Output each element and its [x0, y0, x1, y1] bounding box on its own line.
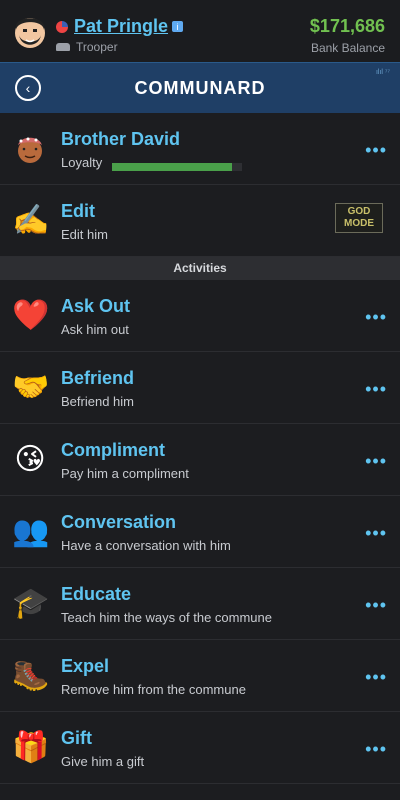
edit-row[interactable]: ✍️ Edit Edit him GOD MODE	[0, 185, 400, 257]
more-options-icon[interactable]: •••	[365, 667, 387, 688]
activity-subtitle: Befriend him	[61, 394, 134, 409]
activity-subtitle: Have a conversation with him	[61, 538, 231, 553]
more-options-icon[interactable]: •••	[365, 595, 387, 616]
us-flag-icon	[56, 20, 68, 33]
activities-list: ❤️ Ask Out Ask him out ••• 🤝 Befriend Be…	[0, 280, 400, 784]
activity-subtitle: Remove him from the commune	[61, 682, 246, 697]
more-options-icon[interactable]: •••	[365, 379, 387, 400]
page-title: COMMUNARD	[134, 78, 266, 98]
activity-subtitle: Give him a gift	[61, 754, 145, 769]
activity-title: Ask Out	[61, 296, 131, 316]
player-name-row: Pat Pringle i	[56, 16, 184, 37]
boot-icon: 🥾	[12, 659, 50, 692]
people-icon: 👥	[12, 515, 50, 548]
bank-balance-amount: $171,686	[309, 16, 385, 36]
activity-title: Conversation	[61, 512, 177, 532]
activity-conversation-row[interactable]: 👥 Conversation Have a conversation with …	[0, 496, 400, 568]
edit-subtitle: Edit him	[61, 227, 108, 242]
graduation-cap-icon: 🎓	[12, 587, 50, 620]
more-options-icon[interactable]: •••	[365, 307, 387, 328]
signal-icon: ılıl ⁷⁷	[375, 69, 390, 76]
page-header: ‹ COMMUNARD ılıl ⁷⁷	[0, 62, 400, 113]
info-icon[interactable]: i	[172, 21, 184, 32]
player-name-link[interactable]: Pat Pringle	[74, 16, 168, 37]
god-mode-badge: GOD MODE	[335, 203, 383, 233]
more-options-icon[interactable]: •••	[365, 523, 387, 544]
job-row: Trooper	[56, 40, 118, 54]
writing-hand-icon: ✍️	[12, 204, 50, 237]
activity-gift-row[interactable]: 🎁 Gift Give him a gift •••	[0, 712, 400, 784]
loyalty-label: Loyalty	[61, 155, 103, 170]
activity-compliment-row[interactable]: 😘 Compliment Pay him a compliment •••	[0, 424, 400, 496]
activity-title: Gift	[61, 728, 92, 748]
activity-title: Expel	[61, 656, 110, 676]
car-icon	[56, 43, 70, 51]
more-options-icon[interactable]: •••	[365, 451, 387, 472]
person-name: Brother David	[61, 129, 181, 149]
activity-educate-row[interactable]: 🎓 Educate Teach him the ways of the comm…	[0, 568, 400, 640]
edit-title: Edit	[61, 201, 95, 221]
person-row[interactable]: Brother David Loyalty •••	[0, 113, 400, 185]
handshake-icon: 🤝	[12, 371, 50, 404]
activity-subtitle: Ask him out	[61, 322, 129, 337]
more-options-icon[interactable]: •••	[365, 739, 387, 760]
activities-section-header: Activities	[0, 257, 400, 280]
activity-subtitle: Pay him a compliment	[61, 466, 189, 481]
activity-title: Compliment	[61, 440, 166, 460]
player-avatar[interactable]	[11, 13, 49, 53]
heart-icon: ❤️	[12, 299, 50, 332]
top-bar: Pat Pringle i Trooper $171,686 Bank Bala…	[0, 0, 400, 62]
activity-title: Befriend	[61, 368, 135, 388]
loyalty-bar-fill	[112, 163, 232, 171]
activity-title: Educate	[61, 584, 132, 604]
person-avatar	[18, 137, 42, 163]
job-title: Trooper	[76, 40, 118, 54]
more-options-icon[interactable]: •••	[365, 140, 387, 161]
activity-expel-row[interactable]: 🥾 Expel Remove him from the commune •••	[0, 640, 400, 712]
kiss-face-icon: 😘	[14, 443, 46, 476]
bank-balance-label: Bank Balance	[310, 41, 385, 55]
activity-ask-out-row[interactable]: ❤️ Ask Out Ask him out •••	[0, 280, 400, 352]
activity-subtitle: Teach him the ways of the commune	[61, 610, 272, 625]
loyalty-bar	[112, 163, 242, 171]
gift-icon: 🎁	[12, 731, 50, 764]
activity-befriend-row[interactable]: 🤝 Befriend Befriend him •••	[0, 352, 400, 424]
